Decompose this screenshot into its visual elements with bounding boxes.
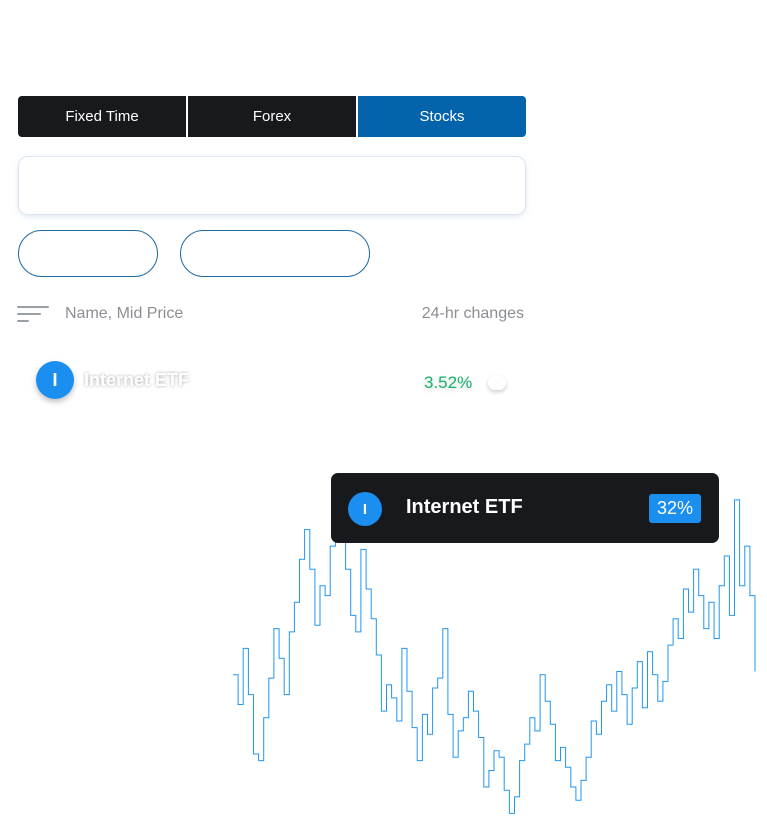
asset-avatar: I bbox=[36, 361, 74, 399]
sort-icon[interactable] bbox=[17, 305, 49, 325]
asset-change-percent: 3.52% bbox=[424, 373, 473, 392]
asset-tooltip: I Internet ETF 32% bbox=[331, 473, 719, 543]
favorite-icon[interactable] bbox=[488, 376, 506, 390]
search-input[interactable] bbox=[18, 156, 526, 215]
tab-fixed-time[interactable]: Fixed Time bbox=[18, 96, 186, 137]
filter-pill-button[interactable] bbox=[18, 230, 158, 277]
tooltip-asset-name: Internet ETF bbox=[406, 496, 523, 518]
tooltip-avatar: I bbox=[348, 492, 382, 526]
asset-name: Internet ETF bbox=[84, 370, 190, 390]
market-tabs: Fixed Time Forex Stocks bbox=[18, 96, 526, 137]
column-header-name[interactable]: Name, Mid Price bbox=[65, 305, 183, 323]
tab-stocks[interactable]: Stocks bbox=[358, 96, 526, 137]
column-header-change[interactable]: 24-hr changes bbox=[422, 305, 524, 323]
list-item[interactable]: I Internet ETF 3.52% bbox=[36, 360, 524, 400]
tab-forex[interactable]: Forex bbox=[188, 96, 356, 137]
tooltip-percent-badge: 32% bbox=[648, 494, 701, 523]
sparkline-series bbox=[233, 499, 756, 814]
filter-pill-button[interactable] bbox=[180, 230, 370, 277]
